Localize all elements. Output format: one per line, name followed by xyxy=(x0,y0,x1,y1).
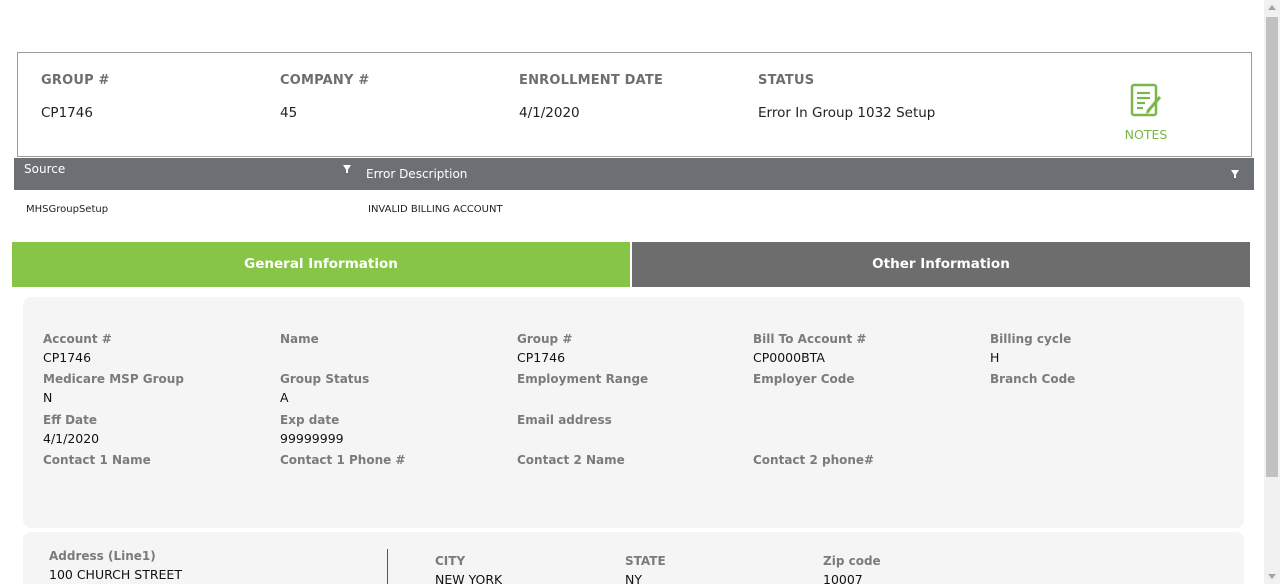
group-status-field: Group Status A xyxy=(280,372,369,405)
address-panel: Address (Line1) 100 CHURCH STREET CITY N… xyxy=(23,532,1244,584)
field-value xyxy=(280,350,319,365)
contact-1-name-field: Contact 1 Name xyxy=(43,453,151,486)
cell-source: MHSGroupSetup xyxy=(26,204,109,215)
field-value xyxy=(753,390,854,405)
status-block: STATUS Error In Group 1032 Setup xyxy=(758,73,935,121)
page: GROUP # CP1746 COMPANY # 45 ENROLLMENT D… xyxy=(0,0,1264,584)
field-label: Branch Code xyxy=(990,372,1076,386)
field-label: Contact 2 Name xyxy=(517,453,625,467)
field-label: STATE xyxy=(625,554,666,568)
scroll-down-icon[interactable] xyxy=(1268,574,1276,579)
company-number-label: COMPANY # xyxy=(280,73,370,88)
eff-date-field: Eff Date 4/1/2020 xyxy=(43,413,99,446)
field-value: 99999999 xyxy=(280,431,344,446)
billing-cycle-field: Billing cycle H xyxy=(990,332,1071,365)
field-label: Eff Date xyxy=(43,413,98,427)
field-label: Address (Line1) xyxy=(49,549,156,563)
field-label: Bill To Account # xyxy=(753,332,867,346)
contact-2-name-field: Contact 2 Name xyxy=(517,453,625,486)
group-number-value: CP1746 xyxy=(41,105,93,121)
scrollbar-thumb[interactable] xyxy=(1266,17,1278,477)
field-value: CP0000BTA xyxy=(753,350,825,365)
field-value: CP1746 xyxy=(517,350,566,365)
exp-date-field: Exp date 99999999 xyxy=(280,413,344,446)
notes-label: NOTES xyxy=(1124,127,1168,142)
filter-icon[interactable] xyxy=(1231,170,1239,178)
field-value: 10007 xyxy=(823,572,863,584)
email-address-field: Email address xyxy=(517,413,612,446)
general-information-panel: Account # CP1746 Name Group # CP1746 Bil… xyxy=(23,297,1244,528)
branch-code-field: Branch Code xyxy=(990,372,1075,405)
enrollment-date-label: ENROLLMENT DATE xyxy=(519,73,664,88)
contact-2-phone-field: Contact 2 phone# xyxy=(753,453,874,486)
contact-1-phone-field: Contact 1 Phone # xyxy=(280,453,405,486)
field-value xyxy=(990,390,1075,405)
tab-general-information[interactable]: General Information xyxy=(12,242,630,287)
field-label: Medicare MSP Group xyxy=(43,372,184,386)
notes-icon xyxy=(1130,83,1162,117)
field-value: A xyxy=(280,390,289,405)
column-header-error-description[interactable]: Error Description xyxy=(366,167,467,181)
company-number-value: 45 xyxy=(280,105,298,121)
notes-button[interactable]: NOTES xyxy=(1124,83,1168,142)
divider xyxy=(387,549,388,584)
field-value xyxy=(280,471,405,486)
medicare-msp-group-field: Medicare MSP Group N xyxy=(43,372,184,405)
cell-error-description: INVALID BILLING ACCOUNT xyxy=(368,204,503,215)
state-field: STATE NY xyxy=(625,554,666,584)
account-number-field: Account # CP1746 xyxy=(43,332,112,365)
field-value: 100 CHURCH STREET xyxy=(49,567,182,582)
group-summary-panel: GROUP # CP1746 COMPANY # 45 ENROLLMENT D… xyxy=(17,52,1252,157)
group-number-label: GROUP # xyxy=(41,73,110,88)
table-row[interactable]: MHSGroupSetup INVALID BILLING ACCOUNT xyxy=(14,198,1254,222)
column-header-source[interactable]: Source xyxy=(24,162,65,176)
field-label: Name xyxy=(280,332,319,346)
group-number-block: GROUP # CP1746 xyxy=(41,73,110,121)
field-value: NEW YORK xyxy=(435,572,503,584)
field-label: Email address xyxy=(517,413,612,427)
field-label: Billing cycle xyxy=(990,332,1072,346)
field-label: Zip code xyxy=(823,554,881,568)
zip-code-field: Zip code 10007 xyxy=(823,554,881,584)
field-value: 4/1/2020 xyxy=(43,431,100,446)
company-number-block: COMPANY # 45 xyxy=(280,73,369,121)
field-label: Account # xyxy=(43,332,112,346)
scroll-up-icon[interactable] xyxy=(1268,5,1276,10)
field-value xyxy=(517,390,648,405)
employer-code-field: Employer Code xyxy=(753,372,854,405)
field-label: Employment Range xyxy=(517,372,649,386)
field-value xyxy=(753,471,874,486)
employment-range-field: Employment Range xyxy=(517,372,648,405)
field-value xyxy=(43,471,151,486)
field-label: Employer Code xyxy=(753,372,855,386)
filter-icon[interactable] xyxy=(343,165,351,173)
tab-other-information[interactable]: Other Information xyxy=(632,242,1250,287)
enrollment-date-block: ENROLLMENT DATE 4/1/2020 xyxy=(519,73,663,121)
field-label: Contact 1 Phone # xyxy=(280,453,406,467)
field-value: CP1746 xyxy=(43,350,92,365)
field-label: Exp date xyxy=(280,413,340,427)
enrollment-date-value: 4/1/2020 xyxy=(519,105,580,121)
address-line1-field: Address (Line1) 100 CHURCH STREET xyxy=(49,549,182,582)
field-label: Group Status xyxy=(280,372,370,386)
field-value: H xyxy=(990,350,1000,365)
group-number-field: Group # CP1746 xyxy=(517,332,572,365)
status-label: STATUS xyxy=(758,73,815,88)
field-label: Group # xyxy=(517,332,573,346)
field-label: Contact 2 phone# xyxy=(753,453,875,467)
field-value xyxy=(517,471,625,486)
bill-to-account-field: Bill To Account # CP0000BTA xyxy=(753,332,867,365)
field-value: N xyxy=(43,390,53,405)
city-field: CITY NEW YORK xyxy=(435,554,502,584)
field-value: NY xyxy=(625,572,642,584)
field-label: Contact 1 Name xyxy=(43,453,151,467)
status-value: Error In Group 1032 Setup xyxy=(758,105,936,121)
vertical-scrollbar[interactable] xyxy=(1264,0,1280,584)
field-value xyxy=(517,431,612,446)
error-grid-header: Source Error Description xyxy=(14,158,1254,190)
field-label: CITY xyxy=(435,554,466,568)
name-field: Name xyxy=(280,332,319,365)
